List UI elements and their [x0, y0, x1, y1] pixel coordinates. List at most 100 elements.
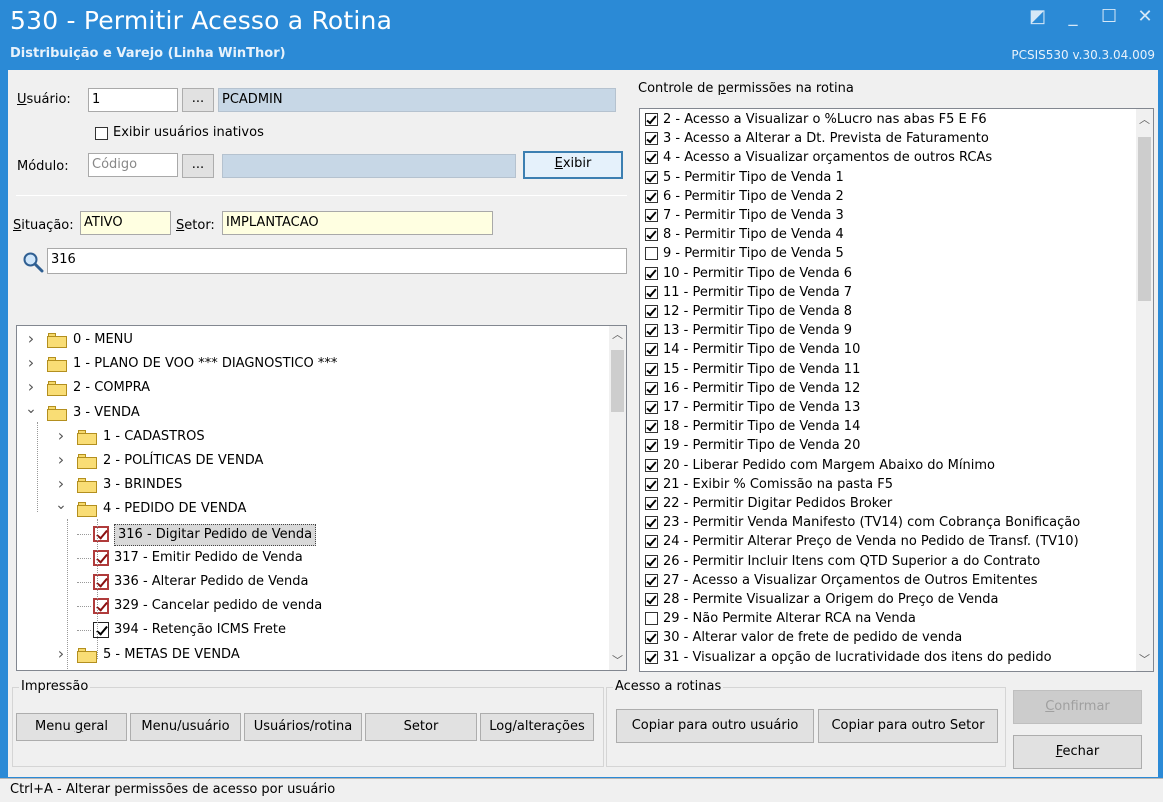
usuario-code-field[interactable]: 1	[88, 88, 178, 112]
expand-icon[interactable]: ›	[55, 642, 67, 666]
permission-item[interactable]: 2 - Acesso a Visualizar o %Lucro nas aba…	[645, 110, 1135, 129]
collapse-icon[interactable]: ⌄	[25, 397, 37, 421]
tree-item[interactable]: ⌄ 3 - VENDA	[17, 401, 607, 425]
collapse-icon[interactable]: ⌄	[55, 493, 67, 517]
setor-button[interactable]: Setor	[365, 713, 477, 741]
expand-icon[interactable]: ›	[25, 327, 37, 351]
permission-checkbox[interactable]	[645, 593, 658, 606]
permission-checkbox[interactable]	[645, 535, 658, 549]
expand-icon[interactable]: ›	[55, 666, 67, 670]
tree-item[interactable]: 316 - Digitar Pedido de Venda	[17, 522, 607, 546]
permission-item[interactable]: 20 - Liberar Pedido com Margem Abaixo do…	[645, 456, 1135, 475]
permission-checkbox[interactable]	[645, 362, 658, 376]
expand-icon[interactable]: ›	[55, 424, 67, 448]
permission-item[interactable]: 19 - Permitir Tipo de Venda 20	[645, 436, 1135, 455]
confirmar-button[interactable]: Confirmar	[1013, 690, 1142, 724]
tree-item[interactable]: › 1 - CADASTROS	[17, 425, 607, 449]
expand-icon[interactable]: ›	[25, 351, 37, 375]
permission-checkbox[interactable]	[645, 113, 658, 126]
copiar-usuario-button[interactable]: Copiar para outro usuário	[616, 709, 814, 743]
tree-item-checkbox[interactable]	[93, 525, 109, 542]
tree-item[interactable]: › 3 - BRINDES	[17, 473, 607, 497]
permission-item[interactable]: 14 - Permitir Tipo de Venda 10	[645, 340, 1135, 359]
permission-item[interactable]: 15 - Permitir Tipo de Venda 11	[645, 360, 1135, 379]
permission-checkbox[interactable]	[645, 516, 658, 530]
permission-item[interactable]: 28 - Permite Visualizar a Origem do Preç…	[645, 590, 1135, 609]
permission-checkbox[interactable]	[645, 650, 658, 664]
tree-item-checkbox[interactable]	[93, 622, 109, 639]
permission-checkbox[interactable]	[645, 151, 658, 165]
tree-item[interactable]: 329 - Cancelar pedido de venda	[17, 594, 607, 618]
tree-item-checkbox[interactable]	[93, 574, 109, 590]
permission-checkbox[interactable]	[645, 439, 658, 453]
modulo-code-field[interactable]: Código	[88, 153, 178, 177]
permission-item[interactable]: 16 - Permitir Tipo de Venda 12	[645, 379, 1135, 398]
restore-icon[interactable]: ◩	[1029, 6, 1046, 27]
permission-checkbox[interactable]	[645, 343, 658, 357]
tree-item-checkbox[interactable]	[93, 598, 109, 615]
scroll-thumb[interactable]	[611, 350, 624, 412]
scroll-up-icon[interactable]: ︿	[609, 326, 626, 343]
exibir-button[interactable]: Exibir	[523, 151, 623, 179]
tree-item[interactable]: › 5 - METAS DE VENDA	[17, 643, 607, 667]
menu-geral-button[interactable]: Menu geral	[16, 713, 127, 741]
permission-checkbox[interactable]	[645, 305, 658, 318]
permission-item[interactable]: 29 - Não Permite Alterar RCA na Venda	[645, 609, 1135, 628]
scroll-down-icon[interactable]: ﹀	[609, 652, 626, 669]
permission-item[interactable]: 23 - Permitir Venda Manifesto (TV14) com…	[645, 513, 1135, 532]
copiar-setor-button[interactable]: Copiar para outro Setor	[818, 709, 998, 743]
permission-item[interactable]: 22 - Permitir Digitar Pedidos Broker	[645, 494, 1135, 513]
permission-checkbox[interactable]	[645, 209, 658, 222]
permission-checkbox[interactable]	[645, 247, 658, 261]
permission-checkbox[interactable]	[645, 401, 658, 414]
permission-item[interactable]: 17 - Permitir Tipo de Venda 13	[645, 398, 1135, 417]
tree-item[interactable]: 336 - Alterar Pedido de Venda	[17, 570, 607, 594]
permission-item[interactable]: 4 - Acesso a Visualizar orçamentos de ou…	[645, 148, 1135, 167]
permission-item[interactable]: 27 - Acesso a Visualizar Orçamentos de O…	[645, 571, 1135, 590]
tree-item[interactable]: 394 - Retenção ICMS Frete	[17, 618, 607, 642]
permission-item[interactable]: 5 - Permitir Tipo de Venda 1	[645, 168, 1135, 187]
log-alteracoes-button[interactable]: Log/alterações	[480, 713, 594, 741]
tree-item[interactable]: › 2 - POLÍTICAS DE VENDA	[17, 449, 607, 473]
permissions-scrollbar[interactable]: ︿ ﹀	[1136, 109, 1153, 671]
tree-item[interactable]: › 1 - PLANO DE VOO *** DIAGNOSTICO ***	[17, 352, 607, 376]
permission-checkbox[interactable]	[645, 324, 658, 338]
scroll-up-icon[interactable]: ︿	[1136, 111, 1153, 128]
permission-item[interactable]: 18 - Permitir Tipo de Venda 14	[645, 417, 1135, 436]
tree-item[interactable]: › 2 - COMPRA	[17, 376, 607, 400]
permission-item[interactable]: 7 - Permitir Tipo de Venda 3	[645, 206, 1135, 225]
title-bar[interactable]: 530 - Permitir Acesso a Rotina Distribui…	[0, 0, 1163, 70]
exibir-inativos-checkbox[interactable]	[95, 127, 108, 140]
permission-checkbox[interactable]	[645, 477, 658, 491]
tree-item[interactable]: › 0 - MENU	[17, 328, 607, 352]
permission-item[interactable]: 26 - Permitir Incluir Itens com QTD Supe…	[645, 552, 1135, 571]
usuarios-rotina-button[interactable]: Usuários/rotina	[244, 713, 362, 741]
permission-item[interactable]: 24 - Permitir Alterar Preço de Venda no …	[645, 532, 1135, 551]
permission-item[interactable]: 13 - Permitir Tipo de Venda 9	[645, 321, 1135, 340]
usuario-lookup-button[interactable]: ...	[182, 88, 214, 112]
tree-scrollbar[interactable]: ︿ ﹀	[609, 326, 626, 670]
permission-checkbox[interactable]	[645, 285, 658, 299]
permission-checkbox[interactable]	[645, 420, 658, 434]
modulo-lookup-button[interactable]: ...	[182, 154, 214, 178]
permission-checkbox[interactable]	[645, 612, 658, 626]
permission-checkbox[interactable]	[645, 132, 658, 146]
permission-item[interactable]: 3 - Acesso a Alterar a Dt. Prevista de F…	[645, 129, 1135, 148]
permission-item[interactable]: 30 - Alterar valor de frete de pedido de…	[645, 628, 1135, 647]
tree-item-checkbox[interactable]	[93, 549, 109, 566]
tree-item[interactable]: ⌄ 4 - PEDIDO DE VENDA	[17, 497, 607, 521]
permission-checkbox[interactable]	[645, 228, 658, 242]
minimize-icon[interactable]: _	[1065, 6, 1081, 27]
fechar-button[interactable]: Fechar	[1013, 735, 1142, 769]
scroll-thumb[interactable]	[1138, 137, 1151, 301]
permission-checkbox[interactable]	[645, 189, 658, 203]
permission-item[interactable]: 10 - Permitir Tipo de Venda 6	[645, 264, 1135, 283]
scroll-down-icon[interactable]: ﹀	[1136, 651, 1153, 668]
permission-item[interactable]: 8 - Permitir Tipo de Venda 4	[645, 225, 1135, 244]
permission-item[interactable]: 31 - Visualizar a opção de lucratividade…	[645, 648, 1135, 667]
maximize-icon[interactable]: ☐	[1101, 6, 1117, 27]
menu-usuario-button[interactable]: Menu/usuário	[130, 713, 241, 741]
expand-icon[interactable]: ›	[55, 448, 67, 472]
permission-item[interactable]: 12 - Permitir Tipo de Venda 8	[645, 302, 1135, 321]
permission-item[interactable]: 9 - Permitir Tipo de Venda 5	[645, 244, 1135, 263]
